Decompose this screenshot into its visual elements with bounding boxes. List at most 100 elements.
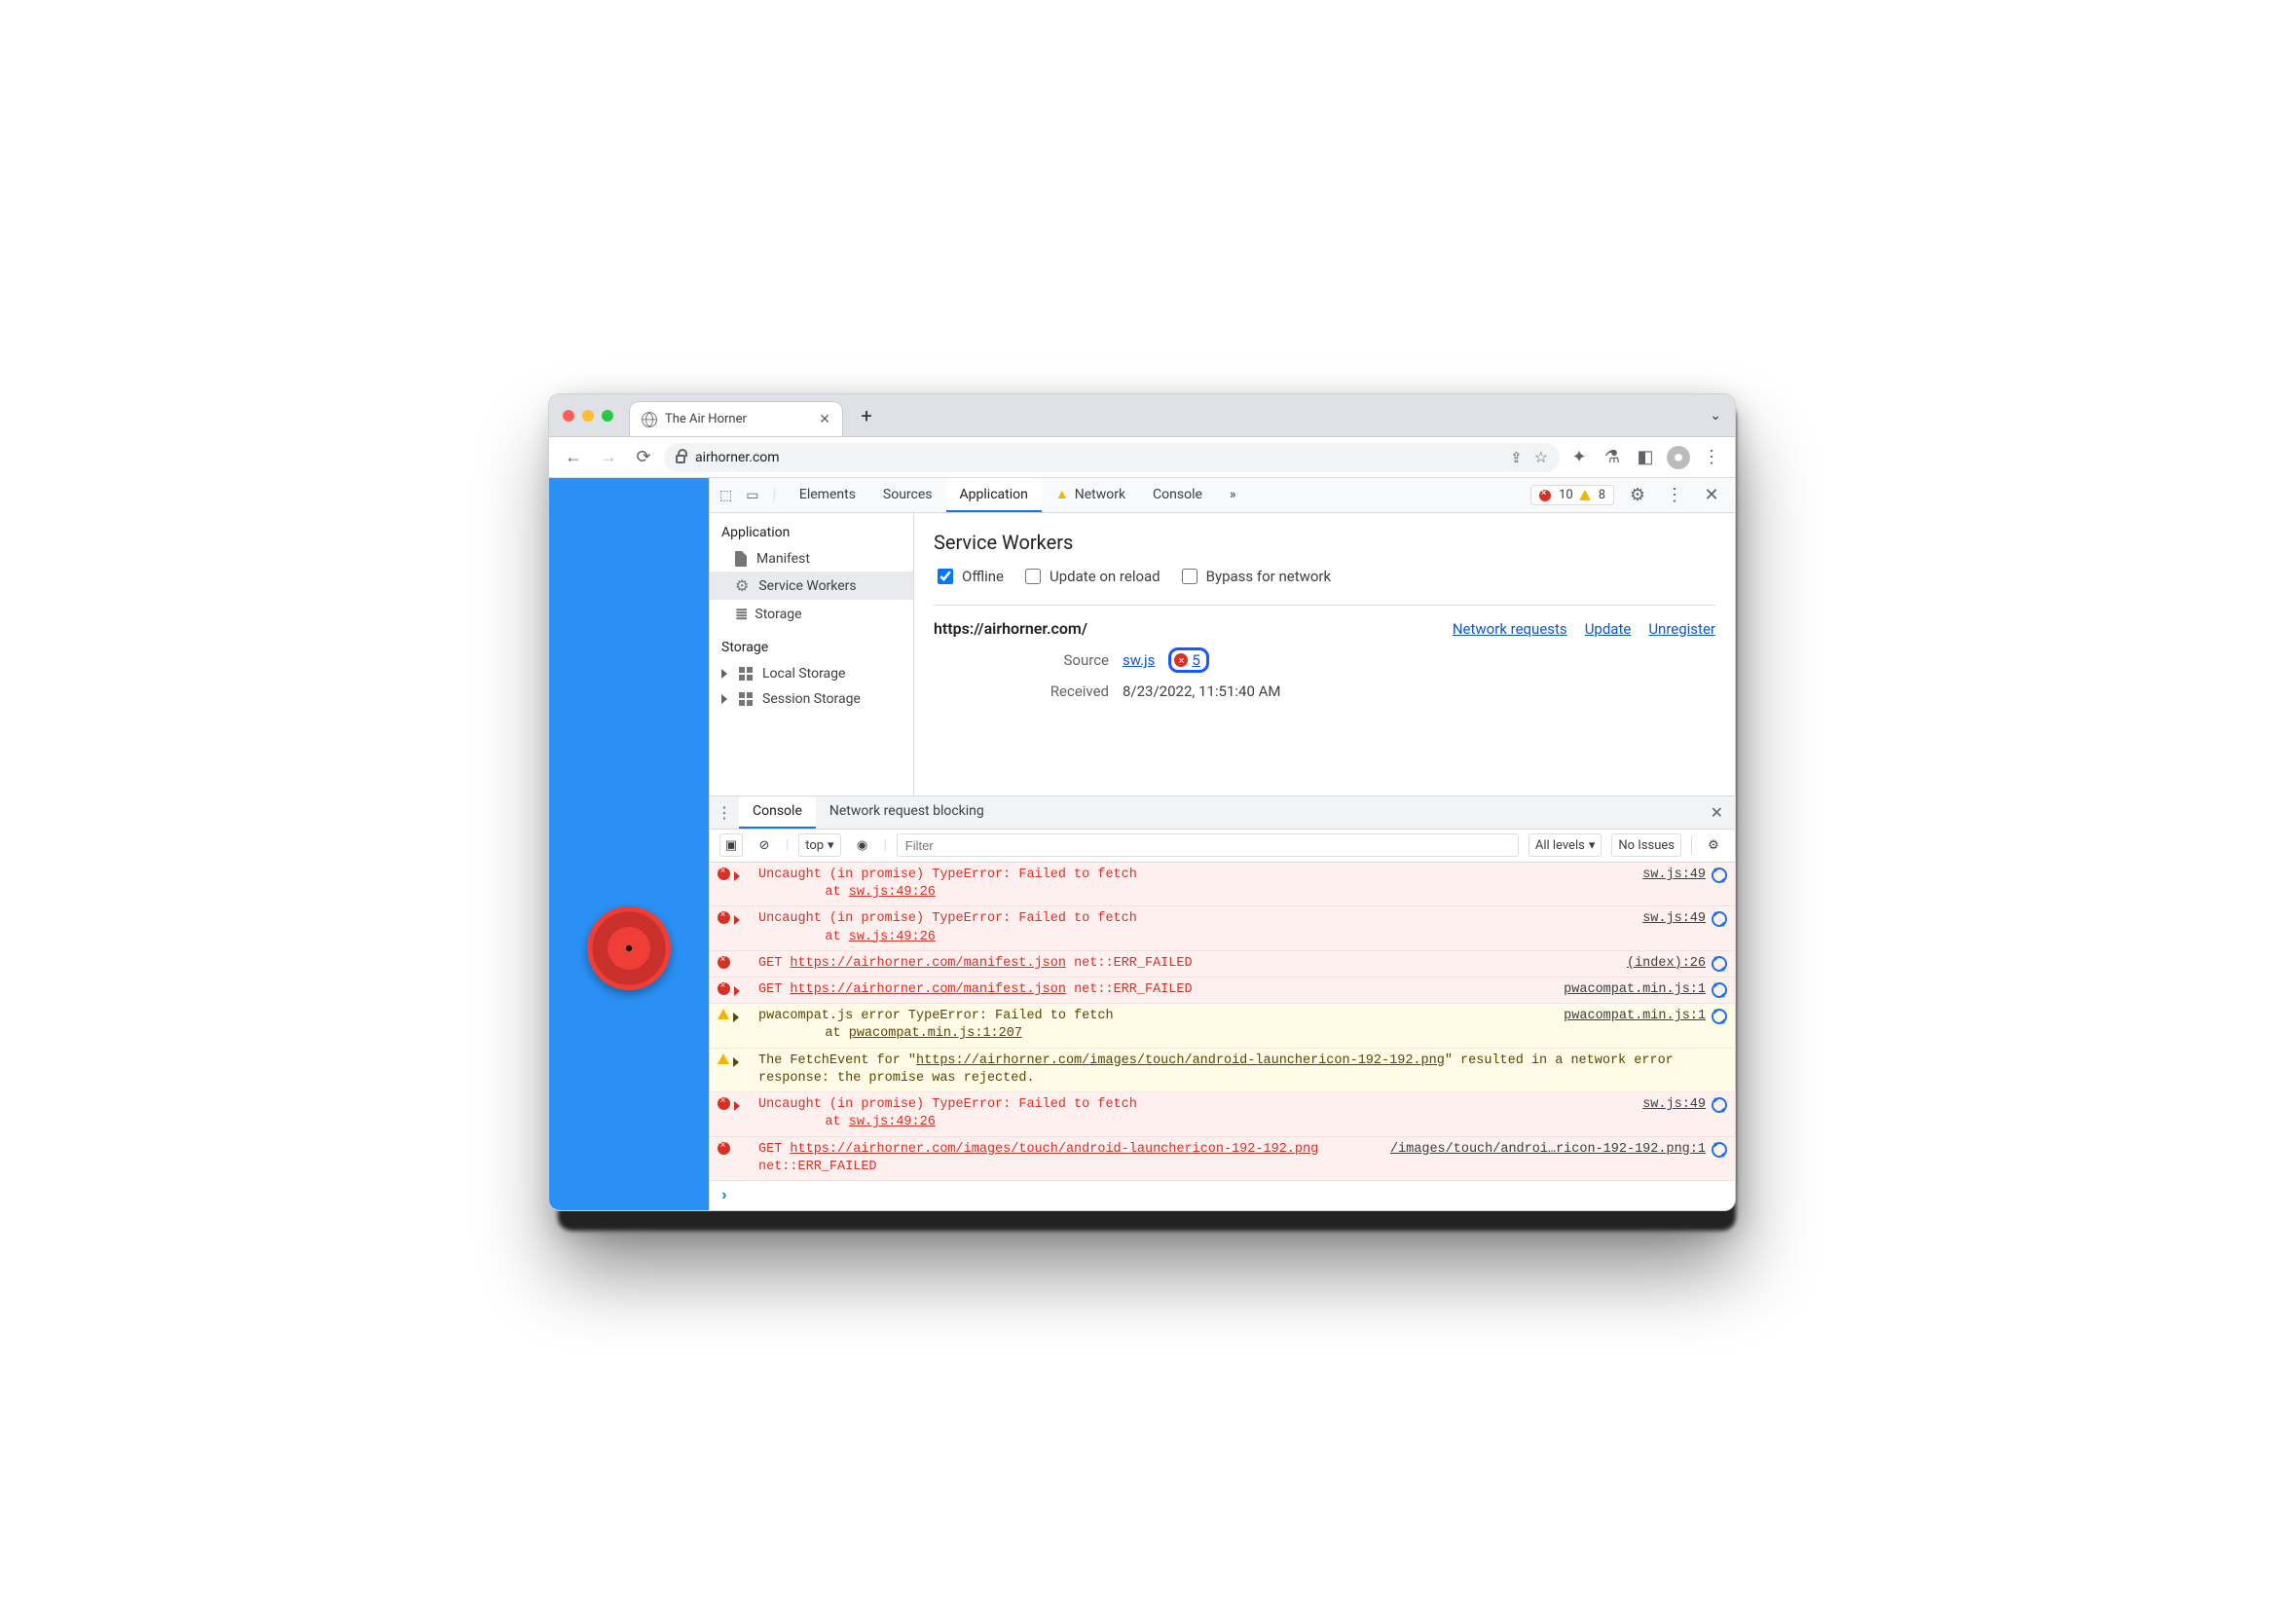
chrome-menu-icon[interactable]: ⋮ [1698, 444, 1725, 471]
console-context-select[interactable]: top▾ [798, 833, 840, 857]
lock-icon [676, 455, 685, 463]
forward-button[interactable]: → [594, 443, 623, 472]
extensions-icon[interactable]: ✦ [1566, 444, 1593, 471]
log-source-link[interactable]: /images/touch/androi…ricon-192-192.png:1 [1390, 1142, 1706, 1157]
sync-icon[interactable] [1712, 1097, 1727, 1113]
offline-checkbox-input[interactable] [938, 569, 953, 584]
airhorn-button[interactable] [587, 906, 671, 990]
devtools-close-icon[interactable]: ✕ [1698, 482, 1725, 509]
console-log-row[interactable]: GET https://airhorner.com/manifest.json … [710, 951, 1735, 978]
sync-icon[interactable] [1712, 982, 1727, 998]
drawer-tab-network-request-blocking[interactable]: Network request blocking [816, 796, 998, 829]
tab-console[interactable]: Console [1139, 478, 1216, 512]
expand-caret-icon[interactable] [733, 1057, 739, 1067]
labs-icon[interactable]: ⚗ [1599, 444, 1626, 471]
sw-error-count-highlight[interactable]: 5 [1168, 647, 1208, 673]
tab-sources[interactable]: Sources [869, 478, 946, 512]
sw-error-count[interactable]: 5 [1192, 651, 1199, 669]
log-message: Uncaught (in promise) TypeError: Failed … [758, 867, 1637, 902]
window-controls [563, 410, 613, 422]
sidebar-item-session-storage[interactable]: Session Storage [710, 686, 913, 712]
application-main: Service Workers Offline Update on reload [914, 513, 1735, 795]
console-issues-button[interactable]: No Issues [1611, 833, 1681, 857]
close-tab-icon[interactable]: ✕ [819, 412, 830, 427]
issue-counts[interactable]: 10 8 [1530, 485, 1614, 505]
log-source-link[interactable]: sw.js:49 [1642, 1097, 1706, 1112]
console-log-row[interactable]: GET https://airhorner.com/images/touch/a… [710, 1137, 1735, 1181]
close-window-icon[interactable] [563, 410, 574, 422]
profile-avatar[interactable]: ● [1665, 444, 1692, 471]
expand-caret-icon[interactable] [721, 669, 727, 679]
sidebar-item-local-storage[interactable]: Local Storage [710, 661, 913, 686]
tab-network[interactable]: ▲Network [1042, 478, 1139, 512]
link-update[interactable]: Update [1585, 620, 1632, 638]
expand-caret-icon[interactable] [734, 1101, 740, 1111]
link-network-requests[interactable]: Network requests [1453, 620, 1567, 638]
console-filter-input[interactable] [897, 833, 1519, 857]
console-settings-icon[interactable]: ⚙ [1702, 833, 1725, 857]
update-on-reload-checkbox-input[interactable] [1025, 569, 1041, 584]
console-prompt[interactable]: › [710, 1181, 1735, 1210]
console-log-row[interactable]: pwacompat.js error TypeError: Failed to … [710, 1004, 1735, 1048]
clear-console-icon[interactable]: ⊘ [753, 833, 776, 857]
tab-application[interactable]: Application [946, 478, 1042, 512]
minimize-window-icon[interactable] [582, 410, 594, 422]
reload-button[interactable]: ⟳ [629, 443, 658, 472]
sync-icon[interactable] [1712, 911, 1727, 927]
side-panel-icon[interactable]: ◧ [1632, 444, 1659, 471]
console-levels-select[interactable]: All levels▾ [1529, 833, 1602, 857]
expand-caret-icon[interactable] [733, 1013, 739, 1022]
sync-icon[interactable] [1712, 867, 1727, 883]
back-button[interactable]: ← [559, 443, 588, 472]
sidebar-item-service-workers[interactable]: Service Workers [710, 572, 913, 600]
gear-icon [735, 576, 749, 595]
link-sw-source[interactable]: sw.js [1123, 651, 1155, 669]
sidebar-item-storage[interactable]: Storage [710, 600, 913, 628]
log-source-link[interactable]: pwacompat.min.js:1 [1564, 982, 1706, 997]
expand-caret-icon[interactable] [734, 915, 740, 925]
devtools-menu-icon[interactable]: ⋮ [1661, 482, 1688, 509]
tabs-overflow-icon[interactable]: ⌄ [1710, 408, 1727, 424]
tab-overflow[interactable]: » [1216, 478, 1250, 512]
console-log-row[interactable]: Uncaught (in promise) TypeError: Failed … [710, 1092, 1735, 1136]
drawer-menu-icon[interactable]: ⋮ [710, 796, 739, 829]
bookmark-icon[interactable]: ☆ [1534, 448, 1548, 466]
drawer-close-icon[interactable]: ✕ [1699, 796, 1735, 829]
devtools-settings-icon[interactable]: ⚙ [1624, 482, 1651, 509]
expand-caret-icon[interactable] [734, 986, 740, 996]
error-icon [718, 867, 730, 880]
expand-caret-icon[interactable] [721, 694, 727, 704]
share-icon[interactable]: ⇪ [1510, 449, 1523, 466]
inspect-icon[interactable]: ⬚ [719, 488, 732, 503]
drawer-tab-console[interactable]: Console [739, 796, 816, 829]
live-expression-icon[interactable]: ◉ [851, 833, 874, 857]
console-log-row[interactable]: Uncaught (in promise) TypeError: Failed … [710, 906, 1735, 950]
log-source-link[interactable]: sw.js:49 [1642, 867, 1706, 882]
label-received: Received [1031, 683, 1109, 700]
device-toolbar-icon[interactable]: ▭ [746, 488, 758, 503]
link-unregister[interactable]: Unregister [1648, 620, 1715, 638]
update-on-reload-checkbox[interactable]: Update on reload [1021, 566, 1160, 587]
log-source-link[interactable]: pwacompat.min.js:1 [1564, 1009, 1706, 1023]
log-source-link[interactable]: (index):26 [1627, 956, 1706, 971]
url-box[interactable]: airhorner.com ⇪ ☆ [664, 443, 1560, 472]
bypass-for-network-checkbox-input[interactable] [1182, 569, 1197, 584]
browser-tab[interactable]: The Air Horner ✕ [629, 401, 843, 436]
expand-caret-icon[interactable] [734, 871, 740, 881]
tab-elements[interactable]: Elements [786, 478, 869, 512]
log-source-link[interactable]: sw.js:49 [1642, 911, 1706, 926]
sidebar-item-manifest[interactable]: Manifest [710, 546, 913, 572]
console-log-row[interactable]: Uncaught (in promise) TypeError: Failed … [710, 863, 1735, 906]
sync-icon[interactable] [1712, 956, 1727, 972]
console-sidebar-toggle-icon[interactable]: ▣ [719, 833, 743, 857]
sync-icon[interactable] [1712, 1142, 1727, 1158]
error-icon [718, 911, 730, 924]
new-tab-button[interactable]: + [853, 402, 880, 429]
offline-checkbox[interactable]: Offline [934, 566, 1004, 587]
devtools-panel: ⬚ ▭ | Elements Sources Application ▲Netw… [709, 478, 1735, 1210]
console-log-row[interactable]: The FetchEvent for "https://airhorner.co… [710, 1049, 1735, 1092]
sync-icon[interactable] [1712, 1009, 1727, 1024]
maximize-window-icon[interactable] [602, 410, 613, 422]
bypass-for-network-checkbox[interactable]: Bypass for network [1178, 566, 1331, 587]
console-log-row[interactable]: GET https://airhorner.com/manifest.json … [710, 978, 1735, 1004]
